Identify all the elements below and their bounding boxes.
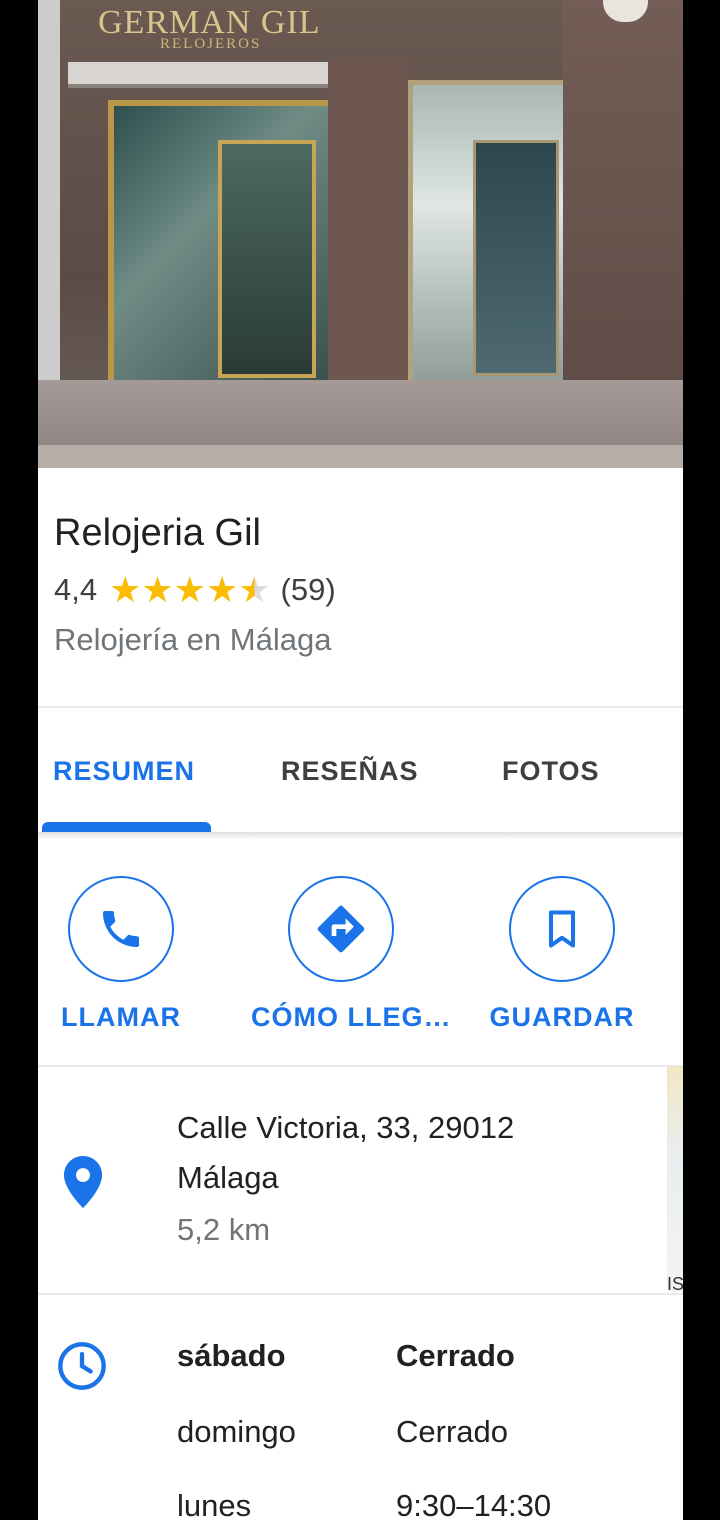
shop-door bbox=[218, 140, 316, 378]
save-label: GUARDAR bbox=[489, 1002, 635, 1032]
place-card: GERMAN GIL RELOJEROS Relojeria Gil 4,4 ★… bbox=[38, 0, 683, 1520]
address-line2: Málaga bbox=[177, 1160, 279, 1195]
call-circle bbox=[68, 876, 174, 982]
address-row[interactable]: Calle Victoria, 33, 29012 Málaga 5,2 km … bbox=[38, 1066, 683, 1294]
hours-time: Cerrado bbox=[396, 1414, 508, 1449]
tab-resumen[interactable]: RESUMEN bbox=[53, 756, 195, 787]
half-star-icon: ★ bbox=[238, 569, 271, 610]
rating-row[interactable]: 4,4 ★ ★ ★ ★ ★ (59) bbox=[54, 572, 336, 608]
hours-time: 9:30–14:30 bbox=[396, 1488, 552, 1520]
place-title: Relojeria Gil bbox=[54, 512, 261, 554]
hours-day: sábado bbox=[177, 1338, 286, 1373]
map-label: IS bbox=[667, 1274, 683, 1294]
review-count: (59) bbox=[280, 572, 336, 607]
divider bbox=[38, 1293, 683, 1295]
clock-icon bbox=[56, 1340, 108, 1397]
star-icon: ★ bbox=[173, 569, 206, 610]
save-button[interactable]: GUARDAR bbox=[472, 876, 652, 1033]
storefront-sign-sub: RELOJEROS bbox=[160, 36, 262, 52]
hours-day: lunes bbox=[177, 1488, 252, 1520]
hours-time: Cerrado bbox=[396, 1338, 515, 1373]
curb bbox=[38, 445, 683, 468]
place-photo[interactable]: GERMAN GIL RELOJEROS bbox=[38, 0, 683, 468]
phone-icon bbox=[103, 911, 139, 947]
directions-circle bbox=[288, 876, 394, 982]
active-tab-indicator bbox=[42, 822, 211, 832]
street-pole bbox=[38, 0, 60, 400]
address-line1: Calle Victoria, 33, 29012 bbox=[177, 1110, 515, 1145]
location-pin-icon bbox=[62, 1156, 104, 1213]
tab-fotos[interactable]: FOTOS bbox=[502, 756, 600, 787]
shop-door-right bbox=[473, 140, 559, 376]
directions-icon bbox=[317, 905, 365, 953]
call-button[interactable]: LLAMAR bbox=[38, 876, 211, 1033]
pillar bbox=[328, 60, 408, 400]
opening-hours[interactable]: sábado Cerrado domingo Cerrado lunes 9:3… bbox=[38, 1296, 683, 1520]
save-circle bbox=[509, 876, 615, 982]
star-icon: ★ bbox=[205, 569, 239, 610]
map-thumbnail[interactable]: IS bbox=[667, 1066, 683, 1294]
directions-label: CÓMO LLEG… bbox=[251, 1002, 452, 1032]
tab-shadow bbox=[38, 832, 683, 840]
star-icon: ★ bbox=[109, 569, 142, 610]
call-label: LLAMAR bbox=[61, 1002, 181, 1032]
place-category: Relojería en Málaga bbox=[54, 622, 332, 657]
tab-resenas[interactable]: RESEÑAS bbox=[281, 756, 419, 787]
rating-value: 4,4 bbox=[54, 572, 98, 607]
action-buttons: LLAMAR CÓMO LLEG… GUARDAR bbox=[38, 840, 683, 1066]
bookmark-icon bbox=[548, 910, 576, 948]
distance: 5,2 km bbox=[177, 1212, 271, 1247]
directions-button[interactable]: CÓMO LLEG… bbox=[251, 876, 452, 1033]
wall bbox=[563, 0, 683, 400]
star-icon: ★ bbox=[141, 569, 174, 610]
tab-bar: RESUMEN RESEÑAS FOTOS bbox=[38, 708, 683, 840]
hours-day: domingo bbox=[177, 1414, 296, 1449]
rating-stars: ★ ★ ★ ★ ★ bbox=[109, 572, 270, 608]
